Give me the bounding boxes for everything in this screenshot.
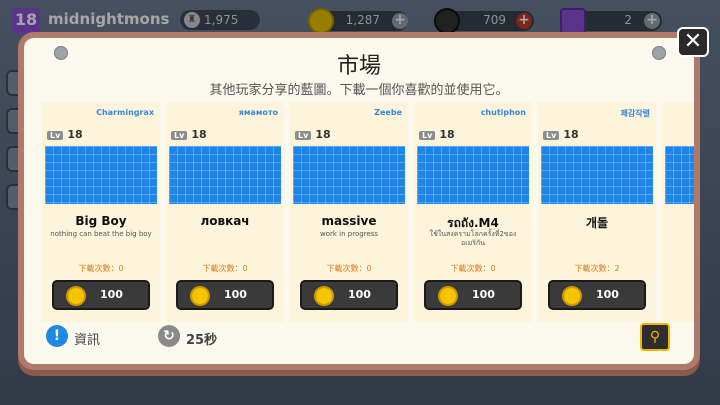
info-label[interactable]: 資訊 <box>74 329 100 348</box>
download-label: 下載次數： <box>202 264 243 273</box>
download-count: 下載次數：0 <box>42 263 160 274</box>
level-tag: Lv <box>543 131 560 140</box>
level-value: 18 <box>67 128 83 141</box>
creator-name: chutiphon <box>480 108 526 117</box>
blueprint-preview[interactable] <box>45 146 157 204</box>
level-tag: Lv <box>295 131 312 140</box>
level-value: 18 <box>563 128 579 141</box>
blueprint-card[interactable]: 쾌감작렬 Lv 18 개돌 下載次數：2 100 <box>538 102 656 322</box>
dialog-title: 市場 <box>336 54 381 79</box>
level-tag: Lv <box>419 131 436 140</box>
price: 100 <box>348 288 371 301</box>
blueprint-description: work in progress <box>320 230 378 238</box>
blueprint-description: ใช้ในสงครามโลกครั้งที่2ของอเมริกัน <box>429 230 517 247</box>
level-value: 18 <box>315 128 331 141</box>
level-value: 18 <box>191 128 207 141</box>
blueprint-preview[interactable] <box>169 146 281 204</box>
blueprint-card[interactable]: Charmingrax Lv 18 Big Boy nothing can bea… <box>42 102 160 322</box>
creator-name: Charmingrax <box>96 108 154 117</box>
price: 100 <box>596 288 619 301</box>
blueprint-card[interactable]: Zeebe Lv 18 massive work in progress 下載次數… <box>290 102 408 322</box>
info-icon[interactable]: ! <box>46 325 68 347</box>
blueprint-level: Lv 18 <box>419 128 455 141</box>
download-count: 下載次數：0 <box>290 263 408 274</box>
blueprint-description: nothing can beat the big boy <box>50 230 152 238</box>
download-label: 下載次數： <box>326 264 367 273</box>
download-count: 下載次數：0 <box>414 263 532 274</box>
blueprint-list[interactable]: Charmingrax Lv 18 Big Boy nothing can bea… <box>42 102 694 322</box>
blueprint-level: Lv 18 <box>543 128 579 141</box>
creator-name: Zeebe <box>374 108 402 117</box>
creator-name: 쾌감작렬 <box>620 109 650 118</box>
coin-icon <box>190 286 210 306</box>
blueprint-name: Big Boy <box>75 214 127 228</box>
download-value: 0 <box>366 264 372 273</box>
download-label: 下載次數： <box>574 264 615 273</box>
blueprint-preview[interactable] <box>665 146 694 204</box>
download-count: 下載次數：0 <box>166 263 284 274</box>
blueprint-card-partial[interactable] <box>662 102 694 322</box>
buy-button[interactable]: 100 <box>176 280 274 310</box>
download-value: 0 <box>118 264 124 273</box>
dialog-subtitle: 其他玩家分享的藍圖。下載一個你喜歡的並使用它。 <box>209 83 509 98</box>
blueprint-name: ловкач <box>200 214 250 228</box>
blueprint-name: massive <box>321 214 377 228</box>
buy-button[interactable]: 100 <box>424 280 522 310</box>
coin-icon <box>314 286 334 306</box>
download-value: 0 <box>490 264 496 273</box>
blueprint-preview[interactable] <box>541 146 653 204</box>
price: 100 <box>224 288 247 301</box>
download-label: 下載次數： <box>78 264 119 273</box>
level-value: 18 <box>439 128 455 141</box>
buy-button[interactable]: 100 <box>52 280 150 310</box>
download-value: 0 <box>242 264 248 273</box>
blueprint-preview[interactable] <box>417 146 529 204</box>
coin-icon <box>66 286 86 306</box>
price: 100 <box>472 288 495 301</box>
buy-button[interactable]: 100 <box>300 280 398 310</box>
blueprint-preview[interactable] <box>293 146 405 204</box>
blueprint-level: Lv 18 <box>47 128 83 141</box>
blueprint-level: Lv 18 <box>171 128 207 141</box>
close-button[interactable]: ✕ <box>677 27 709 57</box>
price: 100 <box>100 288 123 301</box>
level-tag: Lv <box>171 131 188 140</box>
download-value: 2 <box>614 264 620 273</box>
creator-name: ямамото <box>238 108 278 117</box>
buy-button[interactable]: 100 <box>548 280 646 310</box>
blueprint-card[interactable]: ямамото Lv 18 ловкач 下載次數：0 100 <box>166 102 284 322</box>
refresh-icon: ↻ <box>158 325 180 347</box>
coin-icon <box>562 286 582 306</box>
blueprint-card[interactable]: chutiphon Lv 18 รถถัง.M4 ใช้ในสงครามโลกคร… <box>414 102 532 322</box>
market-dialog: 市場 其他玩家分享的藍圖。下載一個你喜歡的並使用它。 Charmingrax L… <box>24 38 694 364</box>
level-tag: Lv <box>47 131 64 140</box>
coin-icon <box>438 286 458 306</box>
blueprint-level: Lv 18 <box>295 128 331 141</box>
download-label: 下載次數： <box>450 264 491 273</box>
refresh-timer: 25秒 <box>186 333 218 348</box>
download-count: 下載次數：2 <box>538 263 656 274</box>
blueprint-name: 개돌 <box>585 216 609 230</box>
search-button[interactable]: ⚲ <box>640 323 670 351</box>
